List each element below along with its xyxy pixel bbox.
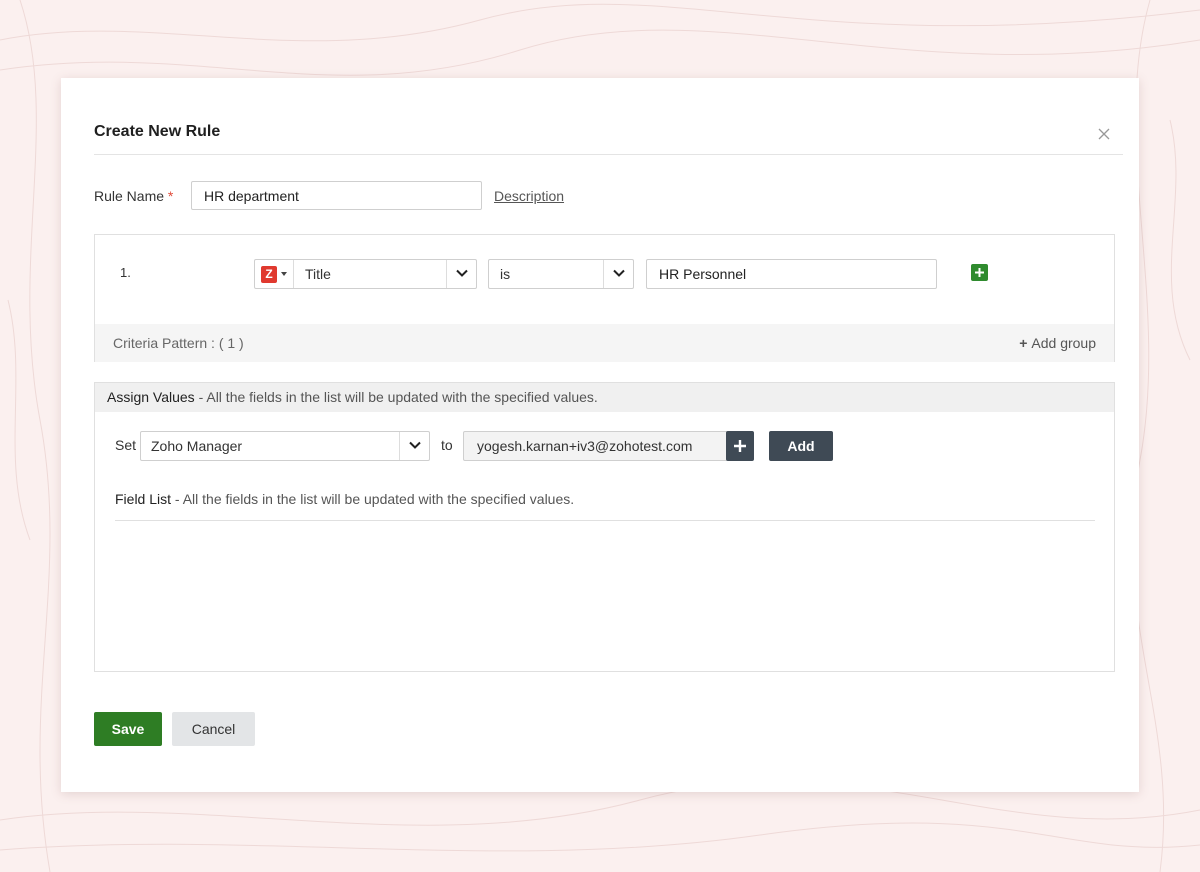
save-button[interactable]: Save: [94, 712, 162, 746]
criteria-section: 1. Z Title is Criteria Pattern : ( 1 ) +…: [94, 234, 1115, 362]
criteria-field-select[interactable]: Z Title: [254, 259, 477, 289]
rule-name-input[interactable]: [191, 181, 482, 210]
set-field-value: Zoho Manager: [151, 438, 242, 454]
add-criteria-icon[interactable]: [971, 264, 988, 281]
to-label: to: [441, 437, 453, 453]
criteria-value-input[interactable]: [646, 259, 937, 289]
title-divider: [94, 154, 1123, 155]
chevron-down-icon[interactable]: [603, 260, 633, 288]
criteria-field-value: Title: [305, 266, 331, 282]
caret-down-icon[interactable]: [281, 272, 287, 276]
field-separator: [293, 260, 294, 288]
set-field-select[interactable]: Zoho Manager: [140, 431, 430, 461]
assign-values-section: Assign Values - All the fields in the li…: [94, 382, 1115, 672]
create-rule-dialog: Create New Rule Rule Name * Description …: [61, 78, 1139, 792]
criteria-row-number: 1.: [120, 265, 131, 280]
criteria-footer: Criteria Pattern : ( 1 ) +Add group: [95, 324, 1114, 362]
plus-icon: +: [1019, 335, 1027, 351]
description-link[interactable]: Description: [494, 188, 564, 204]
add-group-button[interactable]: +Add group: [1019, 335, 1096, 351]
zoho-logo-icon[interactable]: Z: [261, 266, 277, 283]
criteria-pattern: Criteria Pattern : ( 1 ): [113, 335, 244, 351]
assign-user-value: yogesh.karnan+iv3@zohotest.com: [477, 438, 692, 454]
field-list-divider: [115, 520, 1095, 521]
close-icon[interactable]: [1097, 127, 1111, 141]
required-mark: *: [168, 188, 173, 204]
criteria-operator-select[interactable]: is: [488, 259, 634, 289]
cancel-button[interactable]: Cancel: [172, 712, 255, 746]
assign-user-field[interactable]: yogesh.karnan+iv3@zohotest.com: [463, 431, 728, 461]
dialog-title: Create New Rule: [94, 123, 220, 141]
chevron-down-icon[interactable]: [446, 260, 476, 288]
assign-values-header: Assign Values - All the fields in the li…: [95, 383, 1114, 412]
rule-name-label: Rule Name *: [94, 188, 173, 204]
set-label: Set: [115, 437, 136, 453]
criteria-operator-value: is: [500, 266, 510, 282]
add-user-icon[interactable]: [726, 431, 754, 461]
add-button[interactable]: Add: [769, 431, 833, 461]
chevron-down-icon[interactable]: [399, 432, 429, 460]
field-list-label: Field List - All the fields in the list …: [115, 491, 574, 507]
